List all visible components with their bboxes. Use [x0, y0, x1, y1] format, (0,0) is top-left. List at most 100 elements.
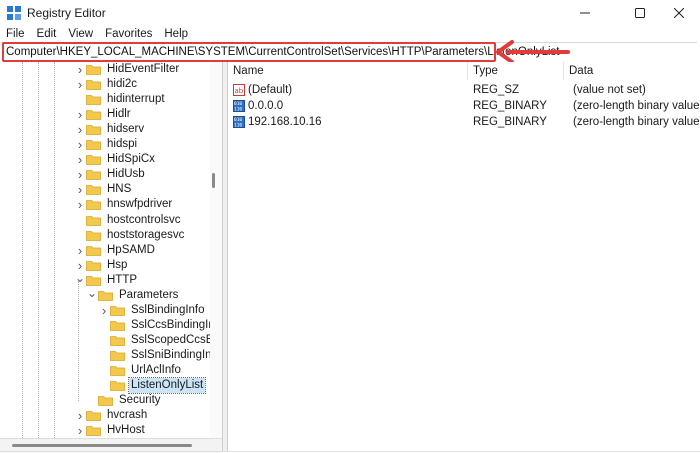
annotation-highlight-box	[2, 42, 496, 62]
window-title: Registry Editor	[27, 6, 106, 20]
tree-item[interactable]: ListenOnlyList	[98, 377, 207, 395]
tree-item-label: ListenOnlyList	[127, 377, 207, 395]
tree-item[interactable]: › hnswfpdriver	[74, 197, 174, 212]
chevron-right-icon[interactable]: ›	[74, 423, 86, 438]
chevron-right-icon[interactable]: ›	[98, 303, 110, 318]
tree-guide-line	[38, 62, 39, 438]
tree-item[interactable]: › HidEventFilter	[74, 62, 181, 77]
tree-item[interactable]: Security	[86, 393, 163, 408]
column-header-name[interactable]: Name	[228, 62, 468, 80]
folder-icon	[86, 275, 101, 286]
tree-item[interactable]: ⌄ Parameters	[86, 285, 180, 303]
value-name: (Default)	[248, 84, 293, 96]
tree-item[interactable]: › Hidlr	[74, 107, 133, 122]
close-button[interactable]	[656, 0, 700, 26]
menu-help[interactable]: Help	[158, 26, 194, 42]
value-name: 192.168.10.16	[248, 116, 322, 128]
tree-item[interactable]: SslScopedCcsBind	[98, 333, 223, 348]
chevron-down-icon[interactable]: ⌄	[86, 285, 98, 300]
value-row[interactable]: 010 110 0.0.0.0 REG_BINARY (zero-length bina…	[228, 99, 700, 114]
tree-item-label: SslCcsBindingInfo	[131, 318, 223, 331]
tree-item-label: hidserv	[107, 123, 145, 136]
tree-item[interactable]: › HidSpiCx	[74, 152, 157, 167]
tree-item[interactable]: › HidUsb	[74, 167, 147, 182]
chevron-right-icon[interactable]: ›	[74, 107, 86, 122]
chevron-right-icon[interactable]: ›	[74, 197, 86, 212]
chevron-right-icon[interactable]: ›	[74, 137, 86, 152]
tree-item[interactable]: › hidserv	[74, 122, 146, 137]
tree-item-label: SslSniBindingInfo	[131, 348, 222, 361]
close-icon	[674, 8, 684, 18]
tree-guide-line	[22, 62, 23, 438]
tree-item[interactable]: › hvcrash	[74, 408, 149, 423]
value-data: (value not set)	[573, 84, 646, 96]
value-row[interactable]: 010 110 192.168.10.16 REG_BINARY (zero-lengt…	[228, 115, 700, 130]
folder-icon	[110, 366, 125, 376]
folder-icon	[86, 110, 101, 121]
folder-icon	[86, 65, 101, 75]
menu-view[interactable]: View	[62, 26, 99, 42]
minimize-button[interactable]	[562, 0, 608, 26]
tree-expander-spacer	[74, 92, 86, 107]
tree-item[interactable]: UrlAclInfo	[98, 363, 183, 378]
tree-item-label: HTTP	[107, 273, 138, 286]
folder-icon	[98, 396, 113, 406]
tree-item[interactable]: hoststoragesvc	[74, 228, 186, 243]
tree-vertical-scroll-thumb[interactable]	[212, 173, 215, 188]
tree-item[interactable]: › hidi2c	[74, 77, 139, 92]
tree-item[interactable]: › HNS	[74, 182, 133, 197]
minimize-icon	[580, 12, 590, 14]
value-type: REG_BINARY	[473, 116, 547, 128]
chevron-right-icon[interactable]: ›	[74, 408, 86, 423]
tree-expander-spacer	[98, 363, 110, 378]
tree-item[interactable]: › SslBindingInfo	[98, 303, 207, 318]
tree-item-label: HvHost	[107, 424, 145, 437]
column-header-type[interactable]: Type	[468, 62, 564, 80]
chevron-right-icon[interactable]: ›	[74, 182, 86, 197]
key-tree[interactable]: › HidEventFilter › hidi2c hidinterrupt › Hidlr…	[0, 62, 223, 438]
menu-edit[interactable]: Edit	[31, 26, 63, 42]
tree-item[interactable]: › HpSAMD	[74, 243, 157, 258]
chevron-right-icon[interactable]: ›	[74, 152, 86, 167]
folder-icon	[110, 335, 125, 346]
menu-bar: File Edit View Favorites Help	[0, 26, 700, 42]
tree-item[interactable]: › HvHost	[74, 423, 147, 438]
tree-item[interactable]: ⌄ HTTP	[74, 270, 139, 288]
tree-item-label: HpSAMD	[107, 243, 155, 256]
column-header-data[interactable]: Data	[564, 62, 700, 80]
chevron-right-icon[interactable]: ›	[74, 77, 86, 92]
tree-item[interactable]: SslSniBindingInfo	[98, 348, 222, 363]
menu-file[interactable]: File	[0, 26, 31, 42]
chevron-right-icon[interactable]: ›	[74, 122, 86, 137]
tree-expander-spacer	[98, 348, 110, 363]
tree-item[interactable]: hostcontrolsvc	[74, 213, 183, 228]
chevron-right-icon[interactable]: ›	[74, 62, 86, 77]
tree-item-label: hostcontrolsvc	[107, 213, 181, 226]
folder-icon	[86, 95, 101, 105]
folder-icon	[86, 215, 101, 226]
tree-horizontal-scroll-thumb[interactable]	[12, 444, 192, 447]
value-data: (zero-length binary value)	[573, 116, 700, 128]
folder-icon	[86, 155, 101, 166]
tree-expander-spacer	[74, 213, 86, 228]
tree-item-label: hidi2c	[107, 78, 138, 91]
values-list[interactable]: Name Type Data ab (Default) REG_SZ (value n…	[228, 62, 700, 452]
chevron-right-icon[interactable]: ›	[74, 167, 86, 182]
tree-vertical-scrollbar[interactable]	[210, 62, 222, 438]
chevron-down-icon[interactable]: ⌄	[74, 270, 86, 285]
tree-item[interactable]: SslCcsBindingInfo	[98, 318, 223, 333]
tree-item[interactable]: hidinterrupt	[74, 92, 167, 107]
tree-item-label: Hidlr	[107, 108, 131, 121]
chevron-right-icon[interactable]: ›	[74, 243, 86, 258]
tree-item[interactable]: › hidspi	[74, 137, 139, 152]
tree-expander-spacer	[74, 228, 86, 243]
value-row[interactable]: ab (Default) REG_SZ (value not set)	[228, 83, 700, 98]
svg-text:ab: ab	[235, 87, 244, 95]
tree-item-label: SslScopedCcsBind	[131, 333, 223, 346]
folder-icon	[110, 320, 125, 331]
tree-expander-spacer	[98, 318, 110, 333]
folder-icon	[110, 381, 125, 391]
tree-guide-line	[78, 280, 79, 402]
menu-favorites[interactable]: Favorites	[99, 26, 158, 42]
tree-item-label: HidUsb	[107, 168, 145, 181]
